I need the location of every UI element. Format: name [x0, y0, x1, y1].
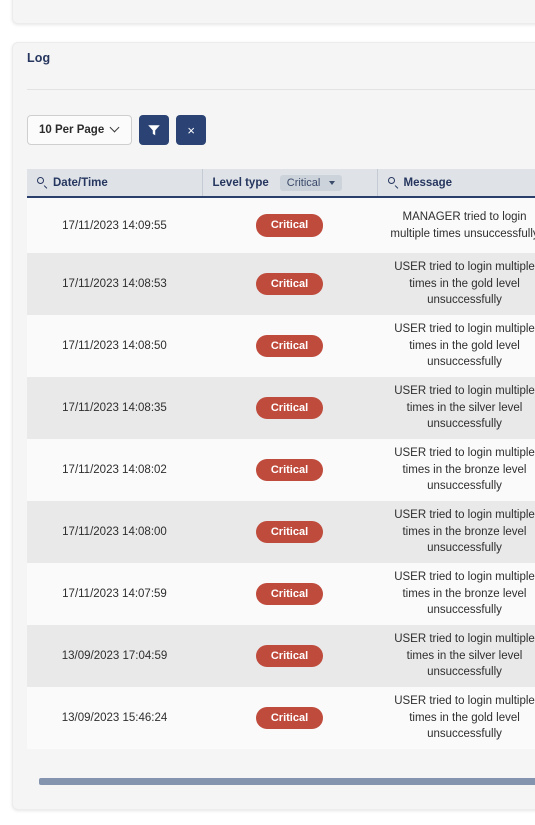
log-table: Date/Time Level type Critical Message 17… [27, 169, 535, 750]
table-row[interactable]: 17/11/2023 14:08:00 Critical USER tried to… [27, 501, 535, 564]
search-icon[interactable] [387, 177, 399, 188]
status-badge: Critical [255, 334, 324, 358]
table-header-row: Date/Time Level type Critical Message [27, 169, 535, 198]
cell-level: Critical [202, 439, 377, 501]
status-badge: Critical [255, 214, 324, 237]
cell-level: Critical [202, 377, 377, 439]
cell-message: USER tried to login multiple times in th… [394, 509, 535, 555]
cell-datetime: 13/09/2023 15:46:24 [61, 712, 168, 725]
table-row[interactable]: 13/09/2023 17:04:59 Critical USER tried to… [27, 625, 535, 688]
cell-message: USER tried to login multiple times in th… [394, 447, 535, 493]
horizontal-scrollbar-thumb[interactable] [39, 778, 535, 785]
filter-funnel-icon [147, 123, 161, 137]
search-icon[interactable] [37, 177, 48, 188]
column-header-level-type[interactable]: Level type Critical [201, 169, 377, 198]
page-title: Log [27, 51, 51, 65]
cell-message: USER tried to login multiple times in th… [394, 385, 535, 431]
cell-level: Critical [202, 625, 377, 687]
table-body: 17/11/2023 14:09:55 Critical MANAGER tried… [27, 197, 535, 750]
cell-datetime: 17/11/2023 14:09:55 [62, 219, 167, 232]
upper-panel-card [12, 0, 535, 24]
column-label-datetime: Date/Time [53, 176, 108, 189]
page-root: Log 10 Per Page × Date/Time Level type C… [0, 0, 535, 825]
status-badge: Critical [255, 583, 324, 606]
cell-datetime: 17/11/2023 14:08:00 [62, 526, 167, 539]
cell-datetime: 13/09/2023 17:04:59 [61, 650, 168, 663]
table-toolbar: 10 Per Page × [27, 115, 207, 145]
cell-message: USER tried to login multiple times in th… [394, 571, 535, 617]
table-row[interactable]: 17/11/2023 14:07:59 Critical USER tried to… [27, 563, 535, 626]
cell-level: Critical [202, 253, 377, 315]
column-label-message: Message [403, 176, 453, 189]
cell-datetime: 17/11/2023 14:08:35 [62, 402, 167, 415]
level-type-filter-value: Critical [286, 176, 321, 189]
log-panel-card: Log 10 Per Page × Date/Time Level type C… [12, 42, 535, 810]
cell-datetime: 17/11/2023 14:07:59 [62, 588, 167, 601]
horizontal-scrollbar-track[interactable] [27, 778, 535, 786]
table-row[interactable]: 17/11/2023 14:08:50 Critical USER tried to… [27, 315, 535, 378]
cell-message: USER tried to login multiple times in th… [394, 323, 535, 369]
cell-level: Critical [202, 563, 377, 625]
cell-datetime: 17/11/2023 14:08:02 [62, 464, 167, 477]
cell-level: Critical [202, 501, 377, 563]
level-type-filter-select[interactable]: Critical [279, 174, 343, 191]
column-label-level-type: Level type [212, 176, 269, 189]
log-table-container: Date/Time Level type Critical Message 17… [27, 169, 535, 750]
column-header-datetime[interactable]: Date/Time [27, 169, 202, 198]
status-badge: Critical [255, 707, 324, 730]
cell-message: MANAGER tried to login multiple times un… [390, 210, 535, 240]
cell-message: USER tried to login multiple times in th… [394, 633, 535, 679]
status-badge: Critical [255, 459, 324, 482]
table-head: Date/Time Level type Critical Message [27, 169, 535, 198]
column-header-message[interactable]: Message [376, 169, 535, 198]
cell-datetime: 17/11/2023 14:08:50 [62, 340, 167, 353]
caret-down-icon [329, 180, 336, 185]
cell-message: USER tried to login multiple times in th… [394, 695, 535, 741]
clear-filter-button[interactable]: × [176, 115, 207, 145]
close-icon: × [187, 122, 196, 138]
table-row[interactable]: 13/09/2023 15:46:24 Critical USER tried to… [27, 687, 535, 750]
per-page-dropdown[interactable]: 10 Per Page [27, 115, 133, 145]
cell-level: Critical [202, 197, 377, 253]
per-page-label: 10 Per Page [39, 124, 105, 136]
status-badge: Critical [255, 272, 324, 296]
status-badge: Critical [255, 396, 324, 420]
header-divider [27, 89, 535, 90]
table-row[interactable]: 17/11/2023 14:08:53 Critical USER tried to… [27, 253, 535, 316]
filter-button[interactable] [139, 115, 170, 145]
table-row[interactable]: 17/11/2023 14:08:35 Critical USER tried to… [27, 377, 535, 440]
cell-level: Critical [202, 687, 377, 749]
chevron-down-icon [111, 124, 120, 133]
status-badge: Critical [255, 645, 324, 668]
cell-datetime: 17/11/2023 14:08:53 [62, 278, 167, 290]
cell-level: Critical [202, 315, 377, 377]
cell-message: USER tried to login multiple times in th… [394, 261, 535, 307]
table-row[interactable]: 17/11/2023 14:09:55 Critical MANAGER tried… [27, 197, 535, 253]
table-row[interactable]: 17/11/2023 14:08:02 Critical USER tried to… [27, 439, 535, 502]
status-badge: Critical [255, 521, 324, 544]
